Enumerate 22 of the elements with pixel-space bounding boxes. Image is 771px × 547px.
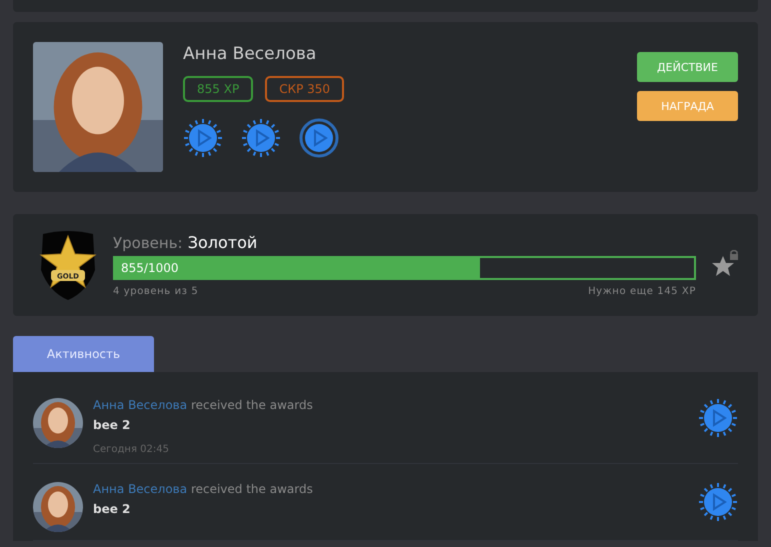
level-count: 4 уровень из 5 (113, 286, 198, 297)
activity-time: Сегодня 02:45 (93, 444, 170, 455)
award-name: bee 2 (93, 502, 132, 516)
award-badge-icon (698, 482, 738, 522)
progress-text: 855/1000 (120, 261, 178, 275)
activity-text: Анна Веселова received the awards (93, 398, 314, 412)
stat-tag: 855 XP (183, 76, 254, 102)
award-badge-icon (698, 398, 738, 438)
action-button[interactable]: НАГРАДА (637, 91, 738, 121)
award-badge-icon (299, 118, 339, 158)
user-link[interactable]: Анна Веселова (93, 482, 188, 496)
award-badge-icon (241, 118, 281, 158)
tab[interactable]: Активность (13, 336, 154, 372)
award-name: bee 2 (93, 418, 132, 432)
award-badge-icon (183, 118, 223, 158)
stat-tag: СКР 350 (265, 76, 344, 102)
action-button[interactable]: ДЕЙСТВИЕ (637, 52, 738, 82)
activity-text: Анна Веселова received the awards (93, 482, 314, 496)
user-name: Анна Веселова (183, 44, 318, 64)
level-title: Уровень: Золотой (113, 233, 258, 252)
user-link[interactable]: Анна Веселова (93, 398, 188, 412)
xp-remaining: Нужно еще 145 XP (588, 286, 696, 297)
